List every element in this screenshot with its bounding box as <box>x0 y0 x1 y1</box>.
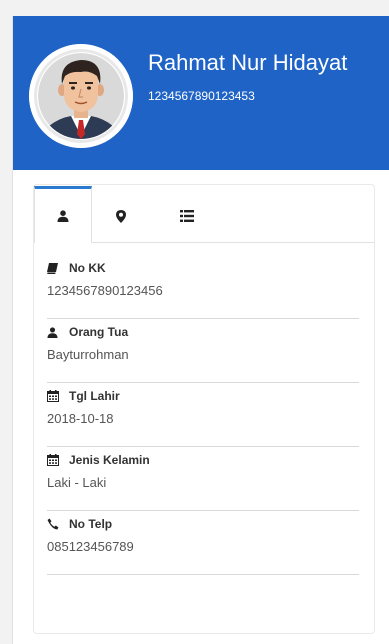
field-value-text: 085123456789 <box>47 539 134 554</box>
field-label-text: No Telp <box>69 517 113 531</box>
profile-id-number: 1234567890123453 <box>148 89 255 103</box>
field-label-text: Tgl Lahir <box>69 389 120 403</box>
field-no-kk: No KK 1234567890123456 <box>47 255 359 319</box>
man-avatar-icon <box>29 44 133 148</box>
detail-panel: No KK 1234567890123456 Orang Tua Bayturr… <box>33 184 375 634</box>
field-list: No KK 1234567890123456 Orang Tua Bayturr… <box>47 255 359 575</box>
calendar-icon <box>47 390 61 402</box>
phone-icon <box>47 518 61 530</box>
profile-header: Rahmat Nur Hidayat 1234567890123453 <box>13 16 389 170</box>
tab-profile[interactable] <box>34 186 92 243</box>
user-icon <box>57 210 69 222</box>
field-orang-tua: Orang Tua Bayturrohman <box>47 319 359 383</box>
tab-divider <box>91 242 374 243</box>
field-label-text: Orang Tua <box>69 325 129 339</box>
tab-location[interactable] <box>92 189 150 243</box>
profile-name: Rahmat Nur Hidayat <box>148 50 348 75</box>
field-value-text: 2018-10-18 <box>47 411 114 426</box>
profile-card: Rahmat Nur Hidayat 1234567890123453 No K… <box>12 16 389 644</box>
field-value-text: Laki - Laki <box>47 475 107 490</box>
field-value-text: 1234567890123456 <box>47 283 163 298</box>
field-label-text: No KK <box>69 261 106 275</box>
tab-bar <box>34 185 374 243</box>
field-value-text: Bayturrohman <box>47 347 129 362</box>
field-label-text: Jenis Kelamin <box>69 453 150 467</box>
field-jenis-kelamin: Jenis Kelamin Laki - Laki <box>47 447 359 511</box>
map-marker-icon <box>116 209 126 223</box>
tab-list[interactable] <box>158 189 216 243</box>
field-no-telp: No Telp 085123456789 <box>47 511 359 575</box>
calendar-icon <box>47 454 61 466</box>
user-icon <box>47 326 61 338</box>
list-icon <box>180 210 194 222</box>
book-icon <box>47 262 61 274</box>
field-tgl-lahir: Tgl Lahir 2018-10-18 <box>47 383 359 447</box>
